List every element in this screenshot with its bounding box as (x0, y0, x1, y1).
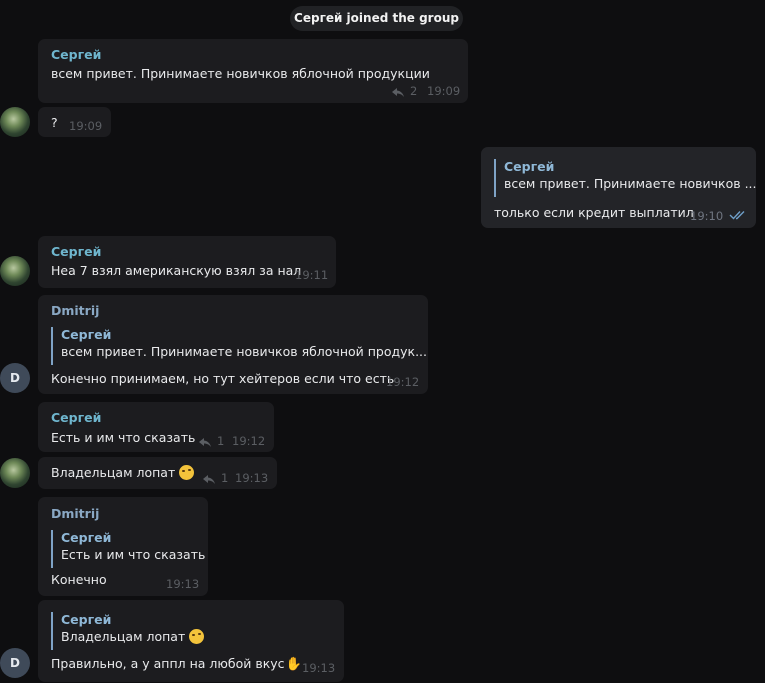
message-bubble[interactable]: Dmitrij Сергей Есть и им что сказать Кон… (38, 497, 208, 596)
message-author[interactable]: Dmitrij (51, 506, 99, 521)
message-bubble[interactable]: Сергей Неа 7 взял американскую взял за н… (38, 236, 336, 288)
quote-author: Сергей (504, 159, 555, 174)
message-time: 19:13 (166, 577, 200, 591)
reply-quote[interactable]: Сергей Владельцам лопат (51, 612, 333, 650)
message-author[interactable]: Dmitrij (51, 303, 99, 318)
message-time: 19:09 (69, 119, 103, 133)
message-time: 19:11 (295, 268, 329, 282)
message-time: 19:13 (302, 661, 336, 675)
message-author[interactable]: Сергей (51, 410, 101, 425)
message-bubble[interactable]: Сергей всем привет. Принимаете новичков … (38, 39, 468, 103)
reply-count[interactable]: 1 (199, 434, 224, 448)
quote-author: Сергей (61, 327, 112, 342)
message-text: Конечно принимаем, но тут хейтеров если … (51, 371, 395, 386)
reply-quote[interactable]: Сергей всем привет. Принимаете новичков … (494, 159, 757, 197)
message-author[interactable]: Сергей (51, 244, 101, 259)
message-text: Владельцам лопат (51, 465, 195, 480)
message-time: 19:09 (427, 84, 461, 98)
message-text: Есть и им что сказать (51, 430, 196, 445)
avatar-dmitrij[interactable]: D (0, 363, 30, 393)
message-bubble[interactable]: Сергей Владельцам лопат Правильно, а у а… (38, 600, 344, 682)
rofl-emoji-icon (179, 465, 195, 480)
message-text: всем привет. Принимаете новичков яблочно… (51, 66, 430, 81)
message-time: 19:12 (386, 375, 420, 389)
reply-quote[interactable]: Сергей всем привет. Принимаете новичков … (51, 327, 427, 365)
message-bubble[interactable]: ? 19:09 (38, 107, 111, 137)
rofl-emoji-icon (189, 629, 205, 644)
thumbs-up-emoji-icon: ✋ (285, 657, 302, 672)
message-author[interactable]: Сергей (51, 47, 101, 62)
avatar-sergey[interactable] (0, 458, 30, 488)
quote-text: Есть и им что сказать (61, 547, 206, 562)
message-time: 19:12 (232, 434, 266, 448)
avatar-dmitrij[interactable]: D (0, 648, 30, 678)
reply-quote[interactable]: Сергей Есть и им что сказать (51, 530, 206, 568)
reply-arrow-icon (392, 88, 404, 97)
message-text: Неа 7 взял американскую взял за нал (51, 263, 302, 278)
message-text: ? (51, 115, 58, 130)
message-text: Правильно, а у аппл на любой вкус✋ (51, 656, 302, 672)
message-bubble-outgoing[interactable]: Сергей всем привет. Принимаете новичков … (481, 147, 756, 228)
avatar-sergey[interactable] (0, 256, 30, 286)
message-bubble[interactable]: Владельцам лопат 1 19:13 (38, 457, 277, 489)
reply-count[interactable]: 2 (392, 84, 417, 98)
message-text: Конечно (51, 572, 107, 587)
quote-text: всем привет. Принимаете новичков яблочно… (61, 344, 427, 359)
quote-text: Владельцам лопат (61, 629, 333, 644)
quote-author: Сергей (61, 530, 112, 545)
reply-arrow-icon (199, 438, 211, 447)
message-bubble[interactable]: Dmitrij Сергей всем привет. Принимаете н… (38, 295, 428, 394)
reply-arrow-icon (203, 475, 215, 484)
service-message: Сергей joined the group (290, 6, 463, 31)
message-time: 19:13 (235, 471, 269, 485)
message-text: только если кредит выплатил (494, 205, 694, 220)
message-bubble[interactable]: Сергей Есть и им что сказать 1 19:12 (38, 402, 274, 452)
double-check-icon (729, 211, 745, 220)
quote-author: Сергей (61, 612, 112, 627)
quote-text: всем привет. Принимаете новичков ... (504, 176, 757, 191)
reply-count[interactable]: 1 (203, 471, 228, 485)
message-time: 19:10 (690, 209, 724, 223)
avatar-sergey[interactable] (0, 107, 30, 137)
